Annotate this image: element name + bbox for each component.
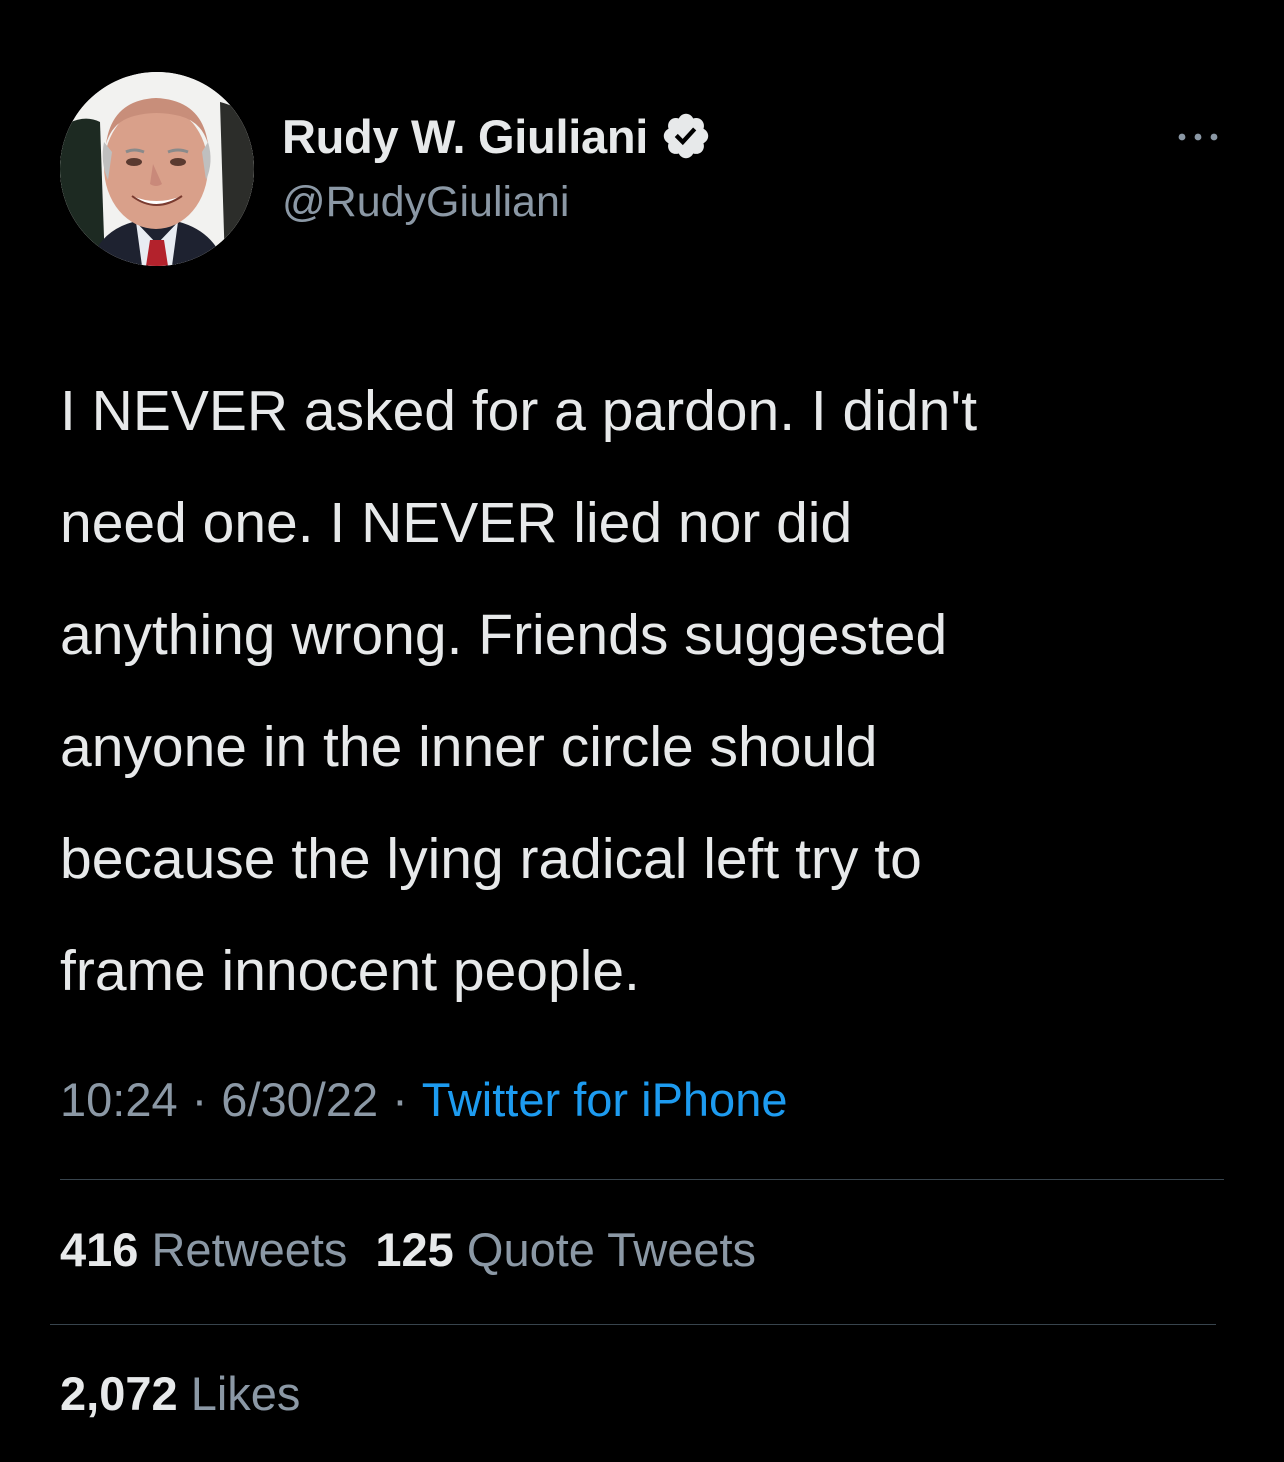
avatar-photo [60,72,254,266]
retweets-count: 416 [60,1223,139,1276]
tweet-date[interactable]: 6/30/22 [221,1073,378,1126]
tweet-text-line: I NEVER asked for a pardon. I didn't [60,379,978,443]
retweets-stat[interactable]: 416 Retweets [60,1223,347,1276]
quote-tweets-stat[interactable]: 125 Quote Tweets [375,1223,756,1276]
tweet-metadata: 10:24 · 6/30/22 · Twitter for iPhone [60,1072,787,1127]
tweet-text-line: anyone in the inner circle should [60,715,878,779]
likes-count: 2,072 [60,1367,178,1420]
author-handle[interactable]: @RudyGiuliani [282,178,569,227]
tweet-source-link[interactable]: Twitter for iPhone [422,1073,788,1126]
likes-label: Likes [190,1367,301,1420]
meta-separator: · [191,1073,208,1126]
tweet-text-line: because the lying radical left try to [60,827,922,891]
tweet-text-line: need one. I NEVER lied nor did [60,491,853,555]
divider [50,1324,1216,1325]
meta-separator: · [392,1073,408,1126]
tweet-text-line: anything wrong. Friends suggested [60,603,948,667]
tweet-text: I NEVER asked for a pardon. I didn't nee… [60,355,1240,1027]
author-name-row[interactable]: Rudy W. Giuliani [282,108,712,164]
more-options-icon[interactable] [1168,120,1228,154]
verified-badge-icon [660,110,712,162]
avatar[interactable] [60,72,254,266]
divider [60,1179,1224,1180]
retweets-label: Retweets [151,1223,348,1276]
quote-tweets-count: 125 [375,1223,454,1276]
author-display-name[interactable]: Rudy W. Giuliani [282,109,648,164]
tweet-text-line: frame innocent people. [60,939,640,1003]
quote-tweets-label: Quote Tweets [466,1223,757,1276]
tweet-time[interactable]: 10:24 [60,1073,178,1126]
likes-stat[interactable]: 2,072 Likes [60,1366,300,1421]
engagement-stats: 416 Retweets 125 Quote Tweets [60,1222,756,1277]
